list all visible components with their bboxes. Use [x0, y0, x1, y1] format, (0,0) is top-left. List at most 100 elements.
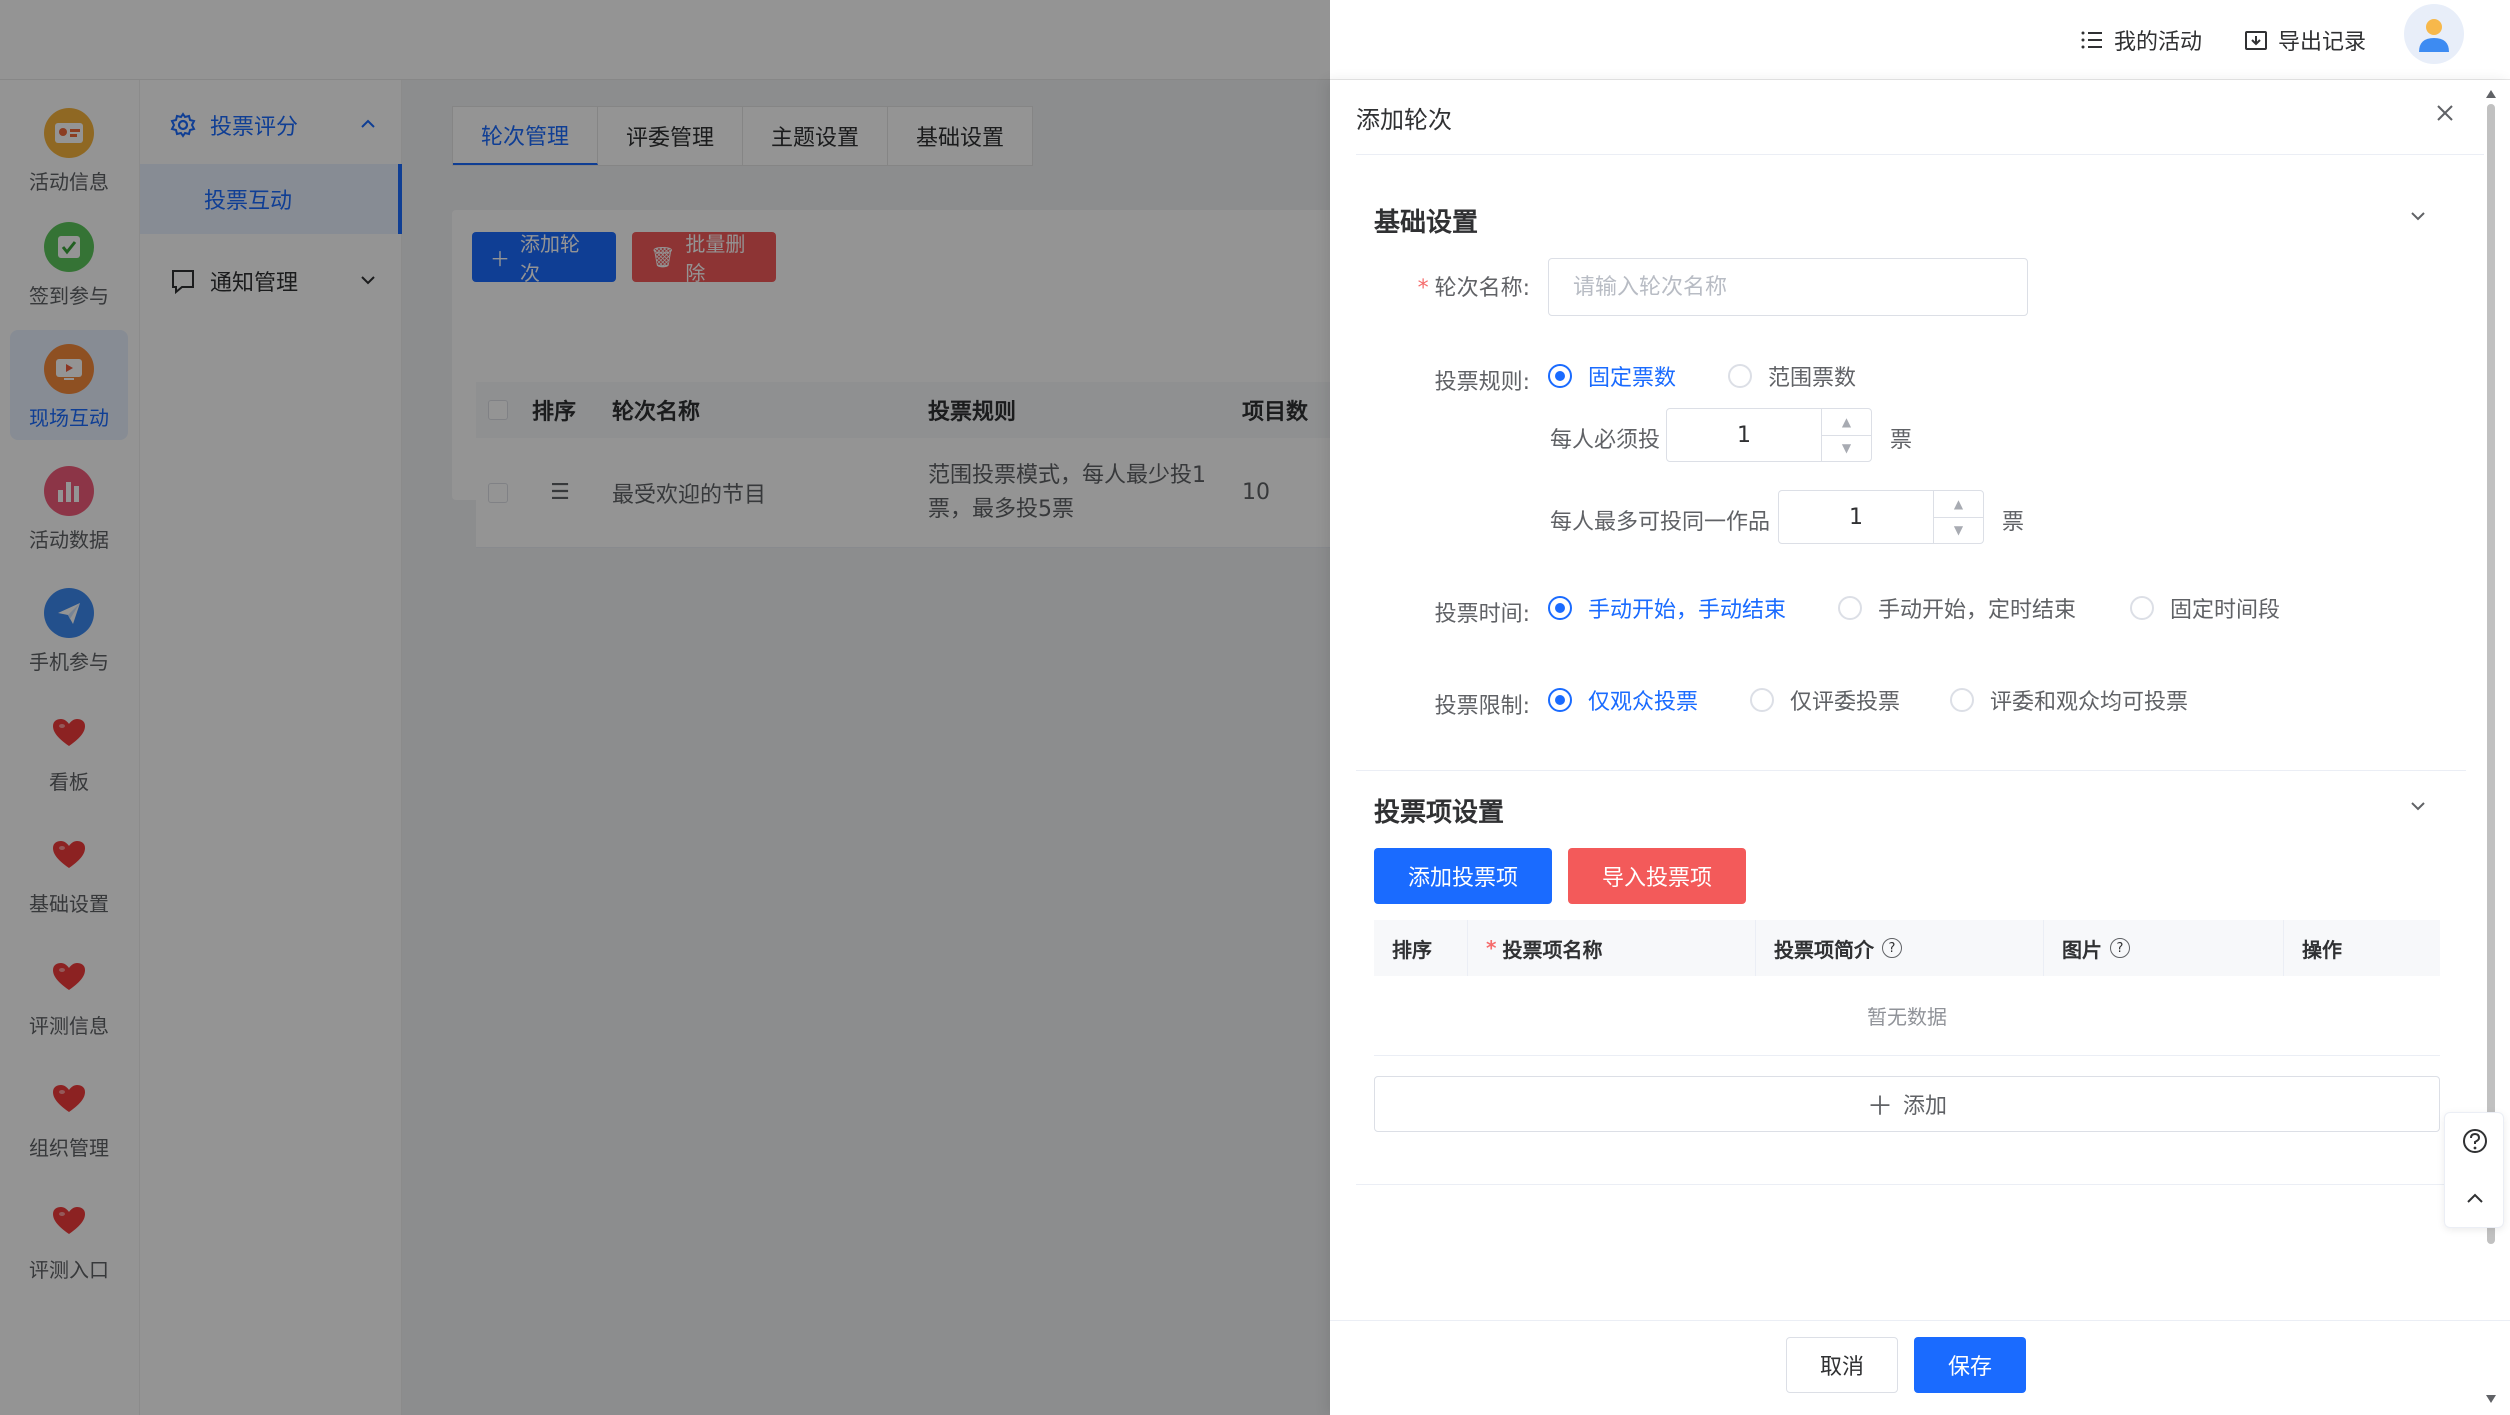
main-content: 轮次管理 评委管理 主题设置 基础设置 ＋ 添加轮次 🗑 批量删除 排序 轮次名… — [402, 80, 1352, 1415]
my-activity-link[interactable]: 我的活动 — [2080, 20, 2202, 60]
cancel-button[interactable]: 取消 — [1786, 1337, 1898, 1393]
column-image: 图片? — [2044, 920, 2284, 976]
save-button[interactable]: 保存 — [1914, 1337, 2026, 1393]
download-box-icon — [2244, 28, 2268, 52]
rail-item-checkin[interactable]: 签到参与 — [10, 208, 128, 318]
rail-item-mobile-participation[interactable]: 手机参与 — [10, 574, 128, 684]
submenu-group-label: 投票评分 — [210, 115, 299, 140]
chevron-down-icon[interactable] — [2408, 206, 2428, 226]
radio-audience-only[interactable]: 仅观众投票 — [1548, 684, 1698, 716]
scroll-down-icon[interactable] — [2484, 1393, 2498, 1405]
rail-label: 活动信息 — [29, 170, 109, 194]
radio-manual-timed[interactable]: 手动开始，定时结束 — [1838, 592, 2076, 624]
tab-round-management[interactable]: 轮次管理 — [453, 107, 599, 165]
radio-dot — [1548, 364, 1572, 388]
decrease-icon[interactable]: ▼ — [1934, 518, 1983, 544]
column-vote-rule: 投票规则 — [928, 400, 1017, 425]
chevron-up-icon — [361, 119, 375, 128]
column-sort: 排序 — [532, 400, 577, 425]
help-icon[interactable]: ? — [1882, 938, 1902, 958]
round-name-input[interactable] — [1548, 258, 2028, 316]
required-mark: * — [1417, 276, 1429, 301]
tab-theme-settings[interactable]: 主题设置 — [743, 107, 889, 165]
submenu-item-label: 投票互动 — [204, 189, 293, 214]
import-vote-item-button[interactable]: 导入投票项 — [1568, 848, 1746, 904]
batch-delete-label: 批量删除 — [685, 232, 746, 285]
rail-item-activity-data[interactable]: 活动数据 — [10, 452, 128, 562]
checkin-icon — [44, 222, 94, 272]
must-vote-value[interactable]: 1 — [1667, 409, 1821, 461]
plus-icon: ＋ — [490, 246, 510, 271]
paper-plane-icon — [44, 588, 94, 638]
column-image-text: 图片 — [2062, 937, 2102, 962]
column-item-intro: 投票项简介? — [1756, 920, 2044, 976]
rail-item-organization[interactable]: 组织管理 — [10, 1060, 128, 1170]
export-records-link[interactable]: 导出记录 — [2244, 20, 2366, 60]
tab-judge-management[interactable]: 评委管理 — [598, 107, 744, 165]
submenu-group-notification[interactable]: 通知管理 — [140, 246, 402, 316]
radio-label: 评委和观众均可投票 — [1990, 690, 2189, 715]
radio-fixed-votes[interactable]: 固定票数 — [1548, 360, 1676, 392]
rail-label: 现场互动 — [29, 406, 109, 430]
close-icon[interactable] — [2430, 98, 2460, 128]
radio-judges-only[interactable]: 仅评委投票 — [1750, 684, 1900, 716]
rail-label: 活动数据 — [29, 528, 109, 552]
rounds-card: ＋ 添加轮次 🗑 批量删除 排序 轮次名称 投票规则 项目数 ☰ 最受欢迎的节目… — [452, 210, 1352, 548]
heart-icon — [44, 952, 94, 1002]
divider — [1356, 1184, 2466, 1185]
rail-label: 组织管理 — [29, 1136, 109, 1160]
basic-section-title: 基础设置 — [1374, 208, 1479, 238]
radio-dot — [1548, 688, 1572, 712]
add-vote-item-button[interactable]: 添加投票项 — [1374, 848, 1552, 904]
radio-dot — [1950, 688, 1974, 712]
select-all-checkbox[interactable] — [476, 400, 520, 420]
vote-rule-cell: 范围投票模式，每人最少投1票，最多投5票 — [928, 462, 1206, 522]
max-same-value[interactable]: 1 — [1779, 491, 1933, 543]
increase-icon[interactable]: ▲ — [1822, 409, 1871, 436]
batch-delete-button[interactable]: 🗑 批量删除 — [632, 232, 776, 285]
decrease-icon[interactable]: ▼ — [1822, 436, 1871, 462]
scroll-thumb[interactable] — [2487, 104, 2495, 1244]
main-nav-rail: 活动信息 签到参与 现场互动 活动数据 手机参与 看板 基础设置 评测信息 组织… — [0, 80, 140, 1415]
back-to-top-icon[interactable] — [2463, 1187, 2487, 1211]
rail-item-dashboard[interactable]: 看板 — [10, 694, 128, 804]
submenu-item-vote-interaction[interactable]: 投票互动 — [140, 164, 402, 234]
radio-judges-and-audience[interactable]: 评委和观众均可投票 — [1950, 684, 2188, 716]
increase-icon[interactable]: ▲ — [1934, 491, 1983, 518]
help-icon[interactable]: ? — [2110, 938, 2130, 958]
rail-item-activity-info[interactable]: 活动信息 — [10, 94, 128, 204]
radio-fixed-period[interactable]: 固定时间段 — [2130, 592, 2280, 624]
rail-item-evaluation-entry[interactable]: 评测入口 — [10, 1182, 128, 1292]
rail-item-basic-settings[interactable]: 基础设置 — [10, 816, 128, 926]
must-vote-stepper[interactable]: 1 ▲ ▼ — [1666, 408, 1872, 462]
chevron-down-icon — [361, 276, 375, 285]
rail-item-evaluation-info[interactable]: 评测信息 — [10, 938, 128, 1048]
submenu-group-voting[interactable]: 投票评分 — [140, 90, 402, 160]
radio-range-votes[interactable]: 范围票数 — [1728, 360, 1856, 392]
rail-item-live-interaction[interactable]: 现场互动 — [10, 330, 128, 440]
plus-icon: ＋ — [1866, 1091, 1893, 1122]
floating-tools — [2444, 1112, 2504, 1228]
vote-limit-label: 投票限制: — [1434, 694, 1530, 719]
radio-dot — [2130, 596, 2154, 620]
divider — [1356, 770, 2466, 771]
scroll-up-icon[interactable] — [2484, 88, 2498, 100]
tab-basic-settings[interactable]: 基础设置 — [888, 107, 1032, 165]
max-same-stepper[interactable]: 1 ▲ ▼ — [1778, 490, 1984, 544]
radio-manual-manual[interactable]: 手动开始，手动结束 — [1548, 592, 1786, 624]
user-icon — [2419, 19, 2449, 52]
drag-handle-icon[interactable]: ☰ — [520, 438, 600, 547]
message-icon — [170, 268, 196, 294]
rounds-table-header: 排序 轮次名称 投票规则 项目数 — [476, 382, 1352, 438]
divider — [1356, 154, 2484, 155]
help-icon[interactable] — [2461, 1127, 2489, 1155]
activity-info-icon — [44, 108, 94, 158]
radio-label: 固定票数 — [1588, 366, 1677, 391]
row-checkbox[interactable] — [476, 438, 520, 547]
add-round-button[interactable]: ＋ 添加轮次 — [472, 232, 616, 285]
add-row-label: 添加 — [1903, 1094, 1948, 1119]
radio-dot — [1750, 688, 1774, 712]
user-avatar[interactable] — [2404, 4, 2464, 64]
chevron-down-icon[interactable] — [2408, 796, 2428, 816]
add-row-button[interactable]: ＋ 添加 — [1374, 1076, 2440, 1132]
